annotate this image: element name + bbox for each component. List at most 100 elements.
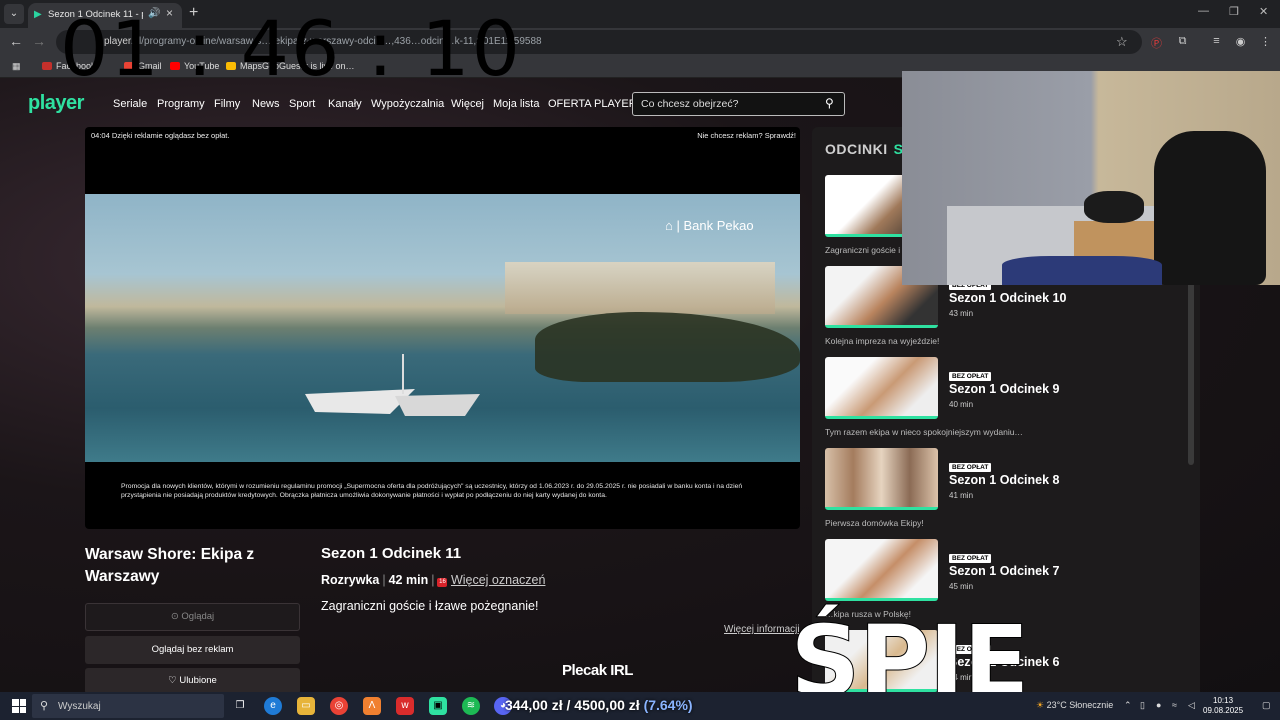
- reading-list-icon[interactable]: ≡: [1210, 35, 1223, 48]
- nav-seriale[interactable]: Seriale: [113, 98, 147, 110]
- sun-icon: ☀: [1036, 700, 1047, 710]
- backpack-irl-label: Plecak IRL: [562, 662, 633, 679]
- episode-item-duration: 43 min: [949, 309, 974, 318]
- video-frame: ⌂ | Bank Pekao: [85, 194, 800, 462]
- tray-volume-icon[interactable]: ◁: [1188, 700, 1195, 711]
- favorites-button[interactable]: ♡ Ulubione: [85, 668, 300, 694]
- bank-logo-icon: ⌂ |: [665, 218, 684, 233]
- edge-icon[interactable]: e: [264, 697, 282, 715]
- apps-icon[interactable]: ▦: [12, 61, 21, 72]
- tray-mic-icon[interactable]: ●: [1156, 700, 1161, 710]
- episode-thumbnail: [825, 357, 938, 419]
- stream-timer: 01 : 46 : 10: [60, 4, 522, 93]
- bank-logo: ⌂ | Bank Pekao: [665, 218, 754, 233]
- donation-goal-text: 344,00 zł / 4500,00 zł (7.64%): [505, 697, 693, 713]
- free-badge: BEZ OPŁAT: [949, 463, 992, 472]
- free-badge: BEZ OPŁAT: [949, 554, 992, 563]
- watch-button[interactable]: ⊙ Oglądaj: [85, 603, 300, 631]
- episode-description: Zagraniczni goście i łzawe pożegnanie!: [321, 599, 539, 613]
- video-player[interactable]: 04:04 Dzięki reklamie oglądasz bez opłat…: [85, 127, 800, 529]
- search-box: ⚲: [632, 92, 845, 116]
- episode-thumbnail: [825, 539, 938, 601]
- forward-icon[interactable]: →: [32, 33, 46, 49]
- profile-icon[interactable]: ◉: [1234, 35, 1247, 48]
- windows-start-icon[interactable]: [12, 699, 26, 713]
- player-logo[interactable]: player: [28, 92, 84, 115]
- tray-time: 10:13: [1213, 696, 1234, 705]
- nav-programy[interactable]: Programy: [157, 98, 205, 110]
- nav-kanaly[interactable]: Kanały: [328, 98, 362, 110]
- taskbar-search-text: Wyszukaj: [58, 701, 101, 712]
- nav-oferta-player[interactable]: OFERTA PLAYER: [548, 98, 637, 110]
- tray-date: 09.08.2025: [1203, 706, 1244, 715]
- menu-icon[interactable]: ⋮: [1259, 35, 1272, 48]
- watch-without-ads-button[interactable]: Oglądaj bez reklam: [85, 636, 300, 664]
- ad-countdown-text: 04:04 Dzięki reklamie oglądasz bez opłat…: [91, 131, 230, 140]
- nav-moja-lista[interactable]: Moja lista: [493, 98, 539, 110]
- bookmark-star-icon[interactable]: ☆: [1116, 34, 1128, 50]
- search-input[interactable]: [633, 93, 813, 115]
- webcam-overlay: [902, 71, 1280, 285]
- search-icon[interactable]: ⚲: [825, 96, 834, 110]
- episode-item-duration: 45 min: [949, 582, 974, 591]
- episodes-heading: ODCINKI S: [825, 141, 904, 157]
- chrome-icon[interactable]: ◎: [330, 697, 348, 715]
- webcam-cloth-shape: [1084, 191, 1144, 223]
- app-orange-icon[interactable]: Λ: [363, 697, 381, 715]
- episode-item-name: Sezon 1 Odcinek 8: [949, 473, 1060, 487]
- nav-sport[interactable]: Sport: [289, 98, 315, 110]
- spotify-icon[interactable]: ≋: [462, 697, 480, 715]
- episode-item-description: Kolejna impreza na wyjeździe!: [825, 336, 940, 346]
- back-icon[interactable]: ←: [9, 33, 23, 49]
- nav-news[interactable]: News: [252, 98, 280, 110]
- episode-item-name: Sezon 1 Odcinek 7: [949, 564, 1060, 578]
- episode-item-duration: 41 min: [949, 491, 974, 500]
- tray-device-icon[interactable]: ▯: [1140, 700, 1145, 711]
- file-explorer-icon[interactable]: ▭: [297, 697, 315, 715]
- webcam-blanket-shape: [1002, 256, 1162, 285]
- more-info-link[interactable]: Więcej informacji: [724, 624, 800, 635]
- restore-icon[interactable]: ❐: [1229, 5, 1239, 18]
- video-boat-shape: [305, 354, 480, 416]
- minimize-icon[interactable]: —: [1198, 5, 1209, 17]
- episode-item-description: Zagraniczni goście i ł…: [825, 245, 913, 255]
- episode-item-name: Sezon 1 Odcinek 9: [949, 382, 1060, 396]
- tray-wifi-icon[interactable]: ≈: [1172, 700, 1177, 710]
- tray-clock[interactable]: 10:13 09.08.2025: [1203, 696, 1243, 716]
- ad-disclaimer: Promocja dla nowych klientów, którymi w …: [121, 483, 743, 499]
- episode-title: Sezon 1 Odcinek 11: [321, 545, 462, 562]
- episode-item-description: Tym razem ekipa w nieco spokojniejszym w…: [825, 427, 1023, 437]
- close-window-icon[interactable]: ✕: [1259, 5, 1268, 18]
- app-green-icon[interactable]: ▣: [429, 697, 447, 715]
- free-badge: BEZ OPŁAT: [949, 372, 992, 381]
- taskbar-search[interactable]: ⚲ Wyszukaj: [32, 694, 224, 718]
- more-tags-link[interactable]: Więcej oznaczeń: [451, 573, 546, 587]
- extensions-puzzle-icon[interactable]: ⧉: [1176, 35, 1189, 48]
- extension-red-icon[interactable]: Ⓟ: [1150, 35, 1163, 50]
- tab-search-icon[interactable]: ⌄: [4, 4, 24, 24]
- heart-icon: ♡: [168, 675, 180, 686]
- nav-filmy[interactable]: Filmy: [214, 98, 240, 110]
- app-red-icon[interactable]: w: [396, 697, 414, 715]
- notifications-icon[interactable]: ▢: [1262, 700, 1271, 711]
- show-title: Warsaw Shore: Ekipa z Warszawy: [85, 546, 255, 585]
- play-circle-icon: ⊙: [170, 611, 182, 622]
- weather-widget[interactable]: ☀ 23°C Słonecznie: [1036, 700, 1113, 711]
- age-rating-badge: 16: [437, 578, 448, 587]
- player-favicon-icon: ▶: [34, 9, 42, 20]
- genre: Rozrywka: [321, 573, 380, 587]
- tray-chevron-icon[interactable]: ⌃: [1124, 700, 1132, 711]
- video-town-shape: [505, 262, 775, 314]
- episode-item[interactable]: BEZ OPŁAT Sezon 1 Odcinek 8 41 min Pierw…: [825, 448, 1185, 536]
- episode-meta: Rozrywka | 42 min | 16 Więcej oznaczeń: [321, 573, 546, 587]
- webcam-chair-shape: [1154, 131, 1266, 285]
- episode-item-name: Sezon 1 Odcinek 10: [949, 291, 1067, 305]
- no-ads-link[interactable]: Nie chcesz reklam? Sprawdź!: [697, 131, 796, 140]
- episode-thumbnail: [825, 448, 938, 510]
- nav-wypozyczalnia[interactable]: Wypożyczalnia: [371, 98, 444, 110]
- episode-item-description: Pierwsza domówka Ekipy!: [825, 518, 924, 528]
- duration: 42 min: [388, 573, 429, 587]
- nav-wiecej[interactable]: Więcej: [451, 98, 484, 110]
- task-view-icon[interactable]: ❐: [231, 697, 249, 715]
- episode-item[interactable]: BEZ OPŁAT Sezon 1 Odcinek 9 40 min Tym r…: [825, 357, 1185, 445]
